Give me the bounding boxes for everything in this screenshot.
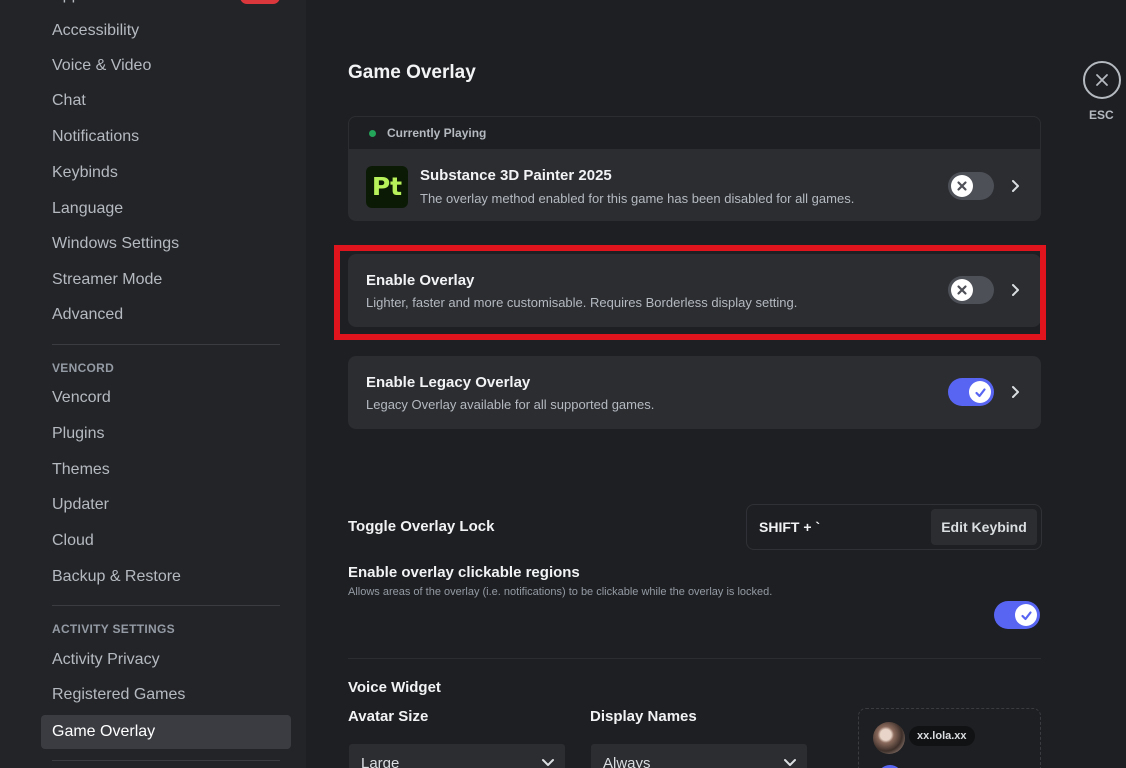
game-overlay-toggle[interactable]	[948, 172, 994, 200]
toggle-knob	[969, 381, 991, 403]
game-title: Substance 3D Painter 2025	[420, 167, 612, 184]
sidebar-item-themes[interactable]: Themes	[41, 453, 291, 487]
chevron-right-icon[interactable]	[1008, 385, 1022, 399]
sidebar-item-streamer-mode[interactable]: Streamer Mode	[41, 263, 291, 297]
sidebar-item-backup-restore[interactable]: Backup & Restore	[41, 560, 291, 594]
avatar-size-select[interactable]: Large	[348, 743, 566, 768]
legacy-overlay-subtitle: Legacy Overlay available for all support…	[366, 397, 655, 412]
toggle-knob	[1015, 604, 1037, 626]
chevron-right-icon[interactable]	[1008, 179, 1022, 193]
substance-painter-icon: Pt	[366, 166, 408, 208]
sidebar-item-plugins[interactable]: Plugins	[41, 417, 291, 451]
sidebar-item-accessibility[interactable]: Accessibility	[41, 14, 291, 48]
voice-widget-title: Voice Widget	[348, 679, 441, 696]
legacy-overlay-toggle[interactable]	[948, 378, 994, 406]
check-icon	[974, 387, 986, 397]
sidebar-item-advanced[interactable]: Advanced	[41, 298, 291, 332]
chevron-down-icon	[542, 759, 554, 766]
sidebar-item-notifications[interactable]: Notifications	[41, 120, 291, 154]
sidebar-item-windows-settings[interactable]: Windows Settings	[41, 227, 291, 261]
toggle-lock-label: Toggle Overlay Lock	[348, 518, 495, 535]
section-divider	[348, 658, 1041, 659]
enable-overlay-title: Enable Overlay	[366, 272, 475, 289]
sidebar-item-game-overlay[interactable]: Game Overlay	[41, 715, 291, 749]
currently-playing-header: Currently Playing	[348, 116, 1041, 150]
sidebar-item-vencord[interactable]: Vencord	[41, 381, 291, 415]
toggle-knob	[951, 279, 973, 301]
online-dot-icon	[369, 129, 376, 137]
avatar	[873, 722, 905, 754]
enable-overlay-toggle[interactable]	[948, 276, 994, 304]
sidebar-divider	[52, 344, 280, 345]
keybind-recorder[interactable]: SHIFT + ` Edit Keybind	[746, 504, 1042, 550]
settings-sidebar: Appearance Accessibility Voice & Video C…	[0, 0, 306, 768]
voice-widget-preview: xx.lola.xx	[858, 708, 1041, 768]
close-icon	[1096, 74, 1108, 86]
legacy-overlay-card[interactable]: Enable Legacy Overlay Legacy Overlay ava…	[348, 356, 1041, 429]
sidebar-header-vencord: VENCORD	[52, 361, 115, 375]
esc-label: ESC	[1089, 108, 1114, 122]
legacy-overlay-title: Enable Legacy Overlay	[366, 374, 531, 391]
game-subtitle: The overlay method enabled for this game…	[420, 191, 855, 206]
settings-content: Game Overlay Currently Playing Pt Substa…	[306, 0, 1126, 768]
x-icon	[957, 181, 967, 191]
sidebar-item-voice-video[interactable]: Voice & Video	[41, 49, 291, 83]
edit-keybind-button[interactable]: Edit Keybind	[931, 509, 1037, 545]
sidebar-divider	[52, 760, 280, 761]
sidebar-item-keybinds[interactable]: Keybinds	[41, 156, 291, 190]
sidebar-item-appearance[interactable]: Appearance	[41, 0, 291, 12]
display-names-select[interactable]: Always	[590, 743, 808, 768]
sidebar-item-cloud[interactable]: Cloud	[41, 524, 291, 558]
chevron-down-icon	[784, 759, 796, 766]
keybind-value: SHIFT + `	[759, 519, 821, 535]
x-icon	[957, 285, 967, 295]
avatar-size-value: Large	[361, 755, 400, 768]
currently-playing-label: Currently Playing	[387, 126, 487, 140]
sidebar-item-chat[interactable]: Chat	[41, 84, 291, 118]
clickable-regions-toggle[interactable]	[994, 601, 1040, 629]
sidebar-header-activity: ACTIVITY SETTINGS	[52, 622, 175, 636]
sidebar-item-language[interactable]: Language	[41, 192, 291, 226]
clickable-regions-title: Enable overlay clickable regions	[348, 564, 580, 581]
display-names-value: Always	[603, 755, 651, 768]
sidebar-divider	[52, 605, 280, 606]
check-icon	[1020, 610, 1032, 620]
game-row[interactable]: Pt Substance 3D Painter 2025 The overlay…	[348, 150, 1041, 221]
close-button[interactable]	[1083, 61, 1121, 99]
currently-playing-card: Currently Playing Pt Substance 3D Painte…	[348, 116, 1041, 221]
sidebar-item-updater[interactable]: Updater	[41, 488, 291, 522]
display-names-label: Display Names	[590, 708, 697, 725]
chevron-right-icon[interactable]	[1008, 283, 1022, 297]
clickable-regions-description: Allows areas of the overlay (i.e. notifi…	[348, 586, 773, 598]
sidebar-item-activity-privacy[interactable]: Activity Privacy	[41, 643, 291, 677]
toggle-knob	[951, 175, 973, 197]
enable-overlay-subtitle: Lighter, faster and more customisable. R…	[366, 295, 798, 310]
enable-overlay-card[interactable]: Enable Overlay Lighter, faster and more …	[348, 254, 1041, 327]
preview-username: xx.lola.xx	[909, 726, 975, 746]
page-title: Game Overlay	[348, 62, 476, 83]
sidebar-item-registered-games[interactable]: Registered Games	[41, 678, 291, 712]
avatar-size-label: Avatar Size	[348, 708, 429, 725]
